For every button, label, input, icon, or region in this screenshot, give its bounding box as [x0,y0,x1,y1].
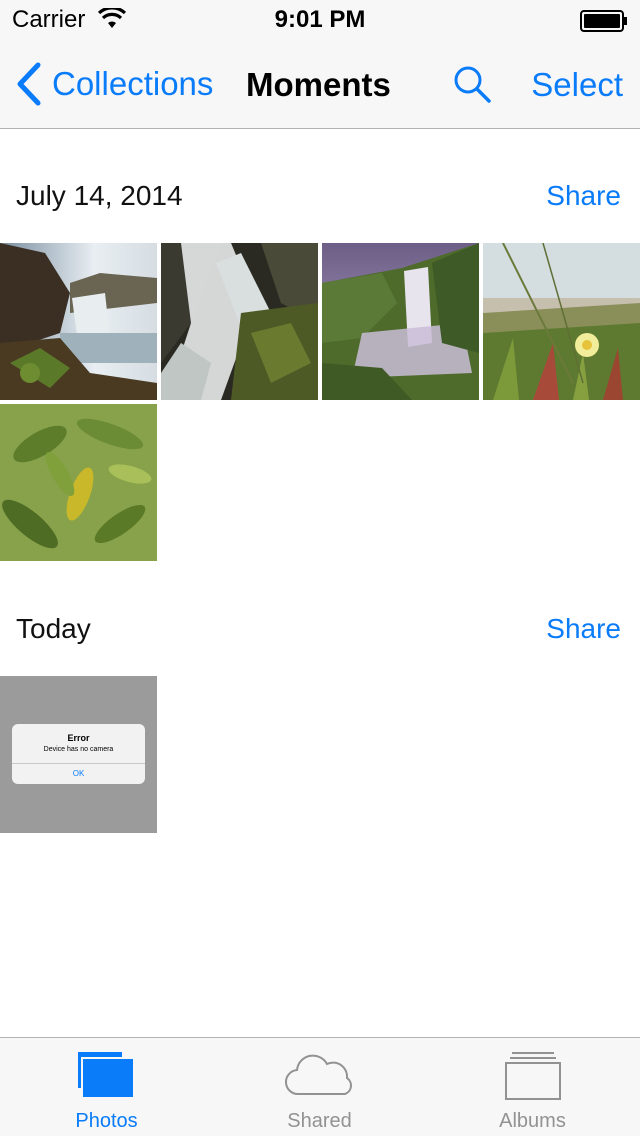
waterfall-photo [0,243,157,400]
waterfall-photo [161,243,318,400]
chevron-left-icon [17,62,41,106]
page-title: Moments [246,66,391,103]
tab-label: Shared [287,1110,352,1132]
alert-screenshot: Error Device has no camera OK [12,724,145,784]
photos-moments-screen: Carrier 9:01 PM Collections Moments Sele… [0,0,640,1136]
select-button[interactable]: Select [531,66,623,104]
photo-thumbnail[interactable] [0,243,157,400]
navigation-bar: Collections Moments Select [0,40,640,128]
section-header: July 14, 2014 Share [0,170,640,230]
alert-title: Error [67,733,90,743]
share-button[interactable]: Share [546,180,621,212]
section-date: Today [16,613,91,644]
alert-ok-label: OK [72,769,85,778]
tab-label: Albums [499,1110,566,1132]
photo-thumbnail[interactable] [483,243,640,400]
tab-bar: Photos Shared Albums [0,1037,640,1136]
divider [12,763,145,764]
status-bar: Carrier 9:01 PM [0,0,640,40]
share-button[interactable]: Share [546,613,621,645]
waterfall-photo [322,243,479,400]
photo-thumbnail[interactable] [161,243,318,400]
back-button-label: Collections [52,65,214,102]
beach-photo [483,243,640,400]
leaves-photo [0,404,157,561]
clock: 9:01 PM [274,6,366,33]
top-bar: Carrier 9:01 PM Collections Moments Sele… [0,0,640,129]
photo-thumbnail[interactable]: Error Device has no camera OK [0,676,157,833]
albums-icon [504,1052,561,1100]
tab-label: Photos [75,1110,138,1132]
tab-photos[interactable]: Photos [0,1038,213,1136]
photo-thumbnail[interactable] [0,404,157,561]
photo-thumbnail[interactable] [322,243,479,400]
battery-icon [580,10,627,32]
section-header: Today Share [0,603,640,663]
alert-message: Device has no camera [43,746,114,753]
tab-albums[interactable]: Albums [426,1038,639,1136]
back-button[interactable]: Collections [14,62,213,106]
tab-shared[interactable]: Shared [213,1038,426,1136]
search-icon[interactable] [452,64,492,104]
cloud-icon [284,1054,352,1096]
photos-icon [77,1052,135,1099]
section-date: July 14, 2014 [16,180,183,211]
